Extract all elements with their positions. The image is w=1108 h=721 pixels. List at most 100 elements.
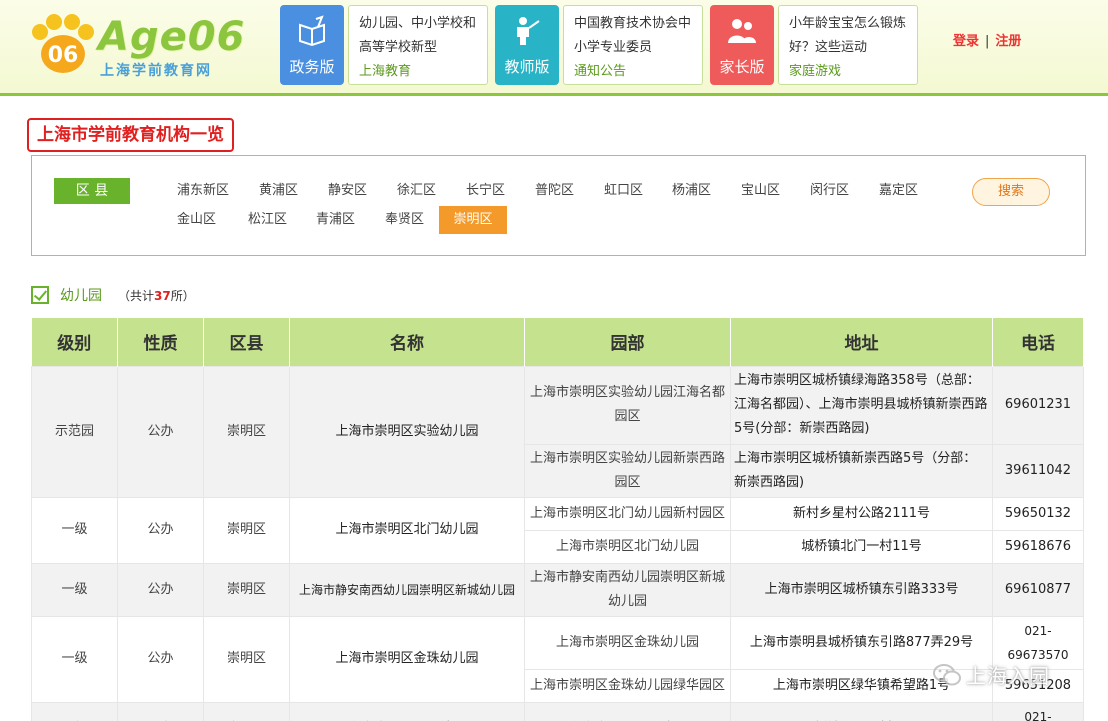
district-qingpu[interactable]: 青浦区 bbox=[308, 206, 363, 234]
category-link[interactable]: 上海教育 bbox=[359, 60, 479, 84]
cell-type: 公办 bbox=[117, 496, 204, 564]
kindergarten-table: 级别 性质 区县 名称 园部 地址 电话 示范园 公办 崇明区 上海市崇明区实验… bbox=[31, 318, 1084, 721]
nav-tile-label: 教师版 bbox=[504, 58, 550, 76]
count-prefix: （共计 bbox=[118, 288, 155, 303]
cell-phone: 59650132 bbox=[992, 496, 1084, 531]
cell-name[interactable]: 上海市静安南西幼儿园崇明区新城幼儿园 bbox=[289, 562, 525, 617]
category-kindergarten: 幼儿园 （共计37所） bbox=[31, 283, 195, 307]
cell-branch: 上海市崇明区金珠幼儿园绿华园区 bbox=[524, 668, 731, 703]
category-checkbox[interactable] bbox=[31, 286, 49, 304]
district-changning[interactable]: 长宁区 bbox=[458, 177, 513, 205]
district-yangpu[interactable]: 杨浦区 bbox=[664, 177, 719, 205]
category-link[interactable]: 家庭游戏 bbox=[789, 60, 909, 84]
col-header-level: 级别 bbox=[31, 318, 118, 366]
nav-tile-label: 政务版 bbox=[289, 58, 335, 76]
logo-brand-text: Age06 bbox=[98, 14, 246, 60]
register-link[interactable]: 注册 bbox=[995, 34, 1021, 49]
col-header-address: 地址 bbox=[730, 318, 993, 366]
district-songjiang[interactable]: 松江区 bbox=[240, 206, 295, 234]
nav-card-text: 小年龄宝宝怎么锻炼 好？这些运动 家庭游戏 bbox=[778, 5, 918, 85]
watermark: 上海入园 bbox=[932, 660, 1050, 689]
table-row: 示范园 公办 崇明区 上海市崇明区实验幼儿园 上海市崇明区实验幼儿园江海名都园区… bbox=[31, 365, 1084, 498]
nav-card-teacher[interactable]: 教师版 中国教育技术协会中 小学专业委员 通知公告 bbox=[495, 5, 705, 87]
district-minhang[interactable]: 闵行区 bbox=[802, 177, 857, 205]
table-header-row: 级别 性质 区县 名称 园部 地址 电话 bbox=[31, 318, 1084, 366]
nav-card-government[interactable]: 政务版 幼儿园、中小学校和 高等学校新型 上海教育 bbox=[280, 5, 490, 87]
district-hongkou[interactable]: 虹口区 bbox=[596, 177, 651, 205]
district-chongming[interactable]: 崇明区 bbox=[439, 206, 507, 234]
district-huangpu[interactable]: 黄浦区 bbox=[251, 177, 306, 205]
cell-type: 公办 bbox=[117, 365, 204, 498]
nav-tile-label: 家长版 bbox=[719, 58, 765, 76]
district-jingan[interactable]: 静安区 bbox=[320, 177, 375, 205]
cell-level: 一级 bbox=[31, 496, 118, 564]
table-row: 一级 公办 崇明区 上海市崇明区西门幼儿园 上海市崇明区西门幼儿园 城桥镇西门北… bbox=[31, 701, 1084, 721]
district-label: 区 县 bbox=[54, 178, 130, 204]
cell-name[interactable]: 上海市崇明区金珠幼儿园 bbox=[289, 615, 525, 703]
cell-type: 公办 bbox=[117, 615, 204, 703]
cell-address: 上海市崇明区城桥镇东引路333号 bbox=[730, 562, 993, 617]
col-header-name: 名称 bbox=[289, 318, 525, 366]
cell-level: 示范园 bbox=[31, 365, 118, 498]
nav-tile-parents[interactable]: 家长版 bbox=[710, 5, 774, 85]
logo-subtitle: 上海学前教育网 bbox=[100, 63, 212, 79]
news-line[interactable]: 好？这些运动 bbox=[789, 36, 909, 60]
cell-branch: 上海市崇明区实验幼儿园新崇西路园区 bbox=[524, 443, 731, 498]
count-number: 37 bbox=[154, 288, 171, 303]
cell-branch: 上海市崇明区北门幼儿园新村园区 bbox=[524, 496, 731, 531]
count-suffix: 所） bbox=[170, 288, 195, 303]
cell-phone: 39611042 bbox=[992, 443, 1084, 498]
cell-name[interactable]: 上海市崇明区北门幼儿园 bbox=[289, 496, 525, 564]
news-line[interactable]: 中国教育技术协会中 bbox=[574, 12, 694, 36]
cell-district: 崇明区 bbox=[203, 365, 290, 498]
site-logo[interactable]: 06 Age06 上海学前教育网 bbox=[30, 8, 244, 79]
news-line[interactable]: 高等学校新型 bbox=[359, 36, 479, 60]
cell-branch: 上海市崇明区实验幼儿园江海名都园区 bbox=[524, 365, 731, 445]
category-link[interactable]: 通知公告 bbox=[574, 60, 694, 84]
teacher-icon bbox=[517, 17, 540, 45]
cell-district: 崇明区 bbox=[203, 562, 290, 617]
nav-card-text: 中国教育技术协会中 小学专业委员 通知公告 bbox=[563, 5, 703, 85]
auth-links: 登录 | 注册 bbox=[953, 30, 1021, 49]
parents-icon bbox=[728, 19, 756, 43]
search-button[interactable]: 搜索 bbox=[972, 178, 1050, 206]
news-line[interactable]: 幼儿园、中小学校和 bbox=[359, 12, 479, 36]
news-line[interactable]: 小年龄宝宝怎么锻炼 bbox=[789, 12, 909, 36]
nav-tile-government[interactable]: 政务版 bbox=[280, 5, 344, 85]
cell-name[interactable]: 上海市崇明区西门幼儿园 bbox=[289, 701, 525, 721]
district-jinshan[interactable]: 金山区 bbox=[169, 206, 224, 234]
cell-district: 崇明区 bbox=[203, 496, 290, 564]
cell-name[interactable]: 上海市崇明区实验幼儿园 bbox=[289, 365, 525, 498]
col-header-phone: 电话 bbox=[992, 318, 1084, 366]
cell-level: 一级 bbox=[31, 562, 118, 617]
district-pudong[interactable]: 浦东新区 bbox=[169, 177, 237, 205]
cell-phone: 69601231 bbox=[992, 365, 1084, 445]
district-baoshan[interactable]: 宝山区 bbox=[733, 177, 788, 205]
district-putuo[interactable]: 普陀区 bbox=[527, 177, 582, 205]
category-count: （共计37所） bbox=[118, 287, 195, 304]
district-fengxian[interactable]: 奉贤区 bbox=[377, 206, 432, 234]
cell-address: 新村乡星村公路2111号 bbox=[730, 496, 993, 531]
page-title: 上海市学前教育机构一览 bbox=[27, 118, 234, 152]
auth-separator: | bbox=[985, 34, 990, 49]
site-header: 06 Age06 上海学前教育网 政务版 幼儿园、中小学校和 高等学校新型 上海… bbox=[0, 0, 1108, 96]
cell-address: 上海市崇明区城桥镇绿海路358号（总部：江海名都园）、上海市崇明县城桥镇新崇西路… bbox=[730, 365, 993, 445]
nav-card-parents[interactable]: 家长版 小年龄宝宝怎么锻炼 好？这些运动 家庭游戏 bbox=[710, 5, 920, 87]
district-jiading[interactable]: 嘉定区 bbox=[871, 177, 926, 205]
cell-branch: 上海市崇明区金珠幼儿园 bbox=[524, 615, 731, 670]
news-line[interactable]: 小学专业委员 bbox=[574, 36, 694, 60]
nav-tile-teacher[interactable]: 教师版 bbox=[495, 5, 559, 85]
category-label: 幼儿园 bbox=[60, 288, 102, 304]
login-link[interactable]: 登录 bbox=[953, 34, 979, 49]
table-row: 一级 公办 崇明区 上海市崇明区北门幼儿园 上海市崇明区北门幼儿园新村园区 新村… bbox=[31, 496, 1084, 564]
svg-text:06: 06 bbox=[48, 43, 79, 68]
wechat-icon bbox=[933, 663, 961, 685]
cell-address: 城桥镇北门一村11号 bbox=[730, 529, 993, 564]
district-xuhui[interactable]: 徐汇区 bbox=[389, 177, 444, 205]
cell-phone: 59618676 bbox=[992, 529, 1084, 564]
watermark-text: 上海入园 bbox=[966, 664, 1050, 688]
col-header-type: 性质 bbox=[117, 318, 204, 366]
cell-district: 崇明区 bbox=[203, 615, 290, 703]
cell-type: 公办 bbox=[117, 701, 204, 721]
table-row: 一级 公办 崇明区 上海市崇明区金珠幼儿园 上海市崇明区金珠幼儿园 上海市崇明县… bbox=[31, 615, 1084, 703]
